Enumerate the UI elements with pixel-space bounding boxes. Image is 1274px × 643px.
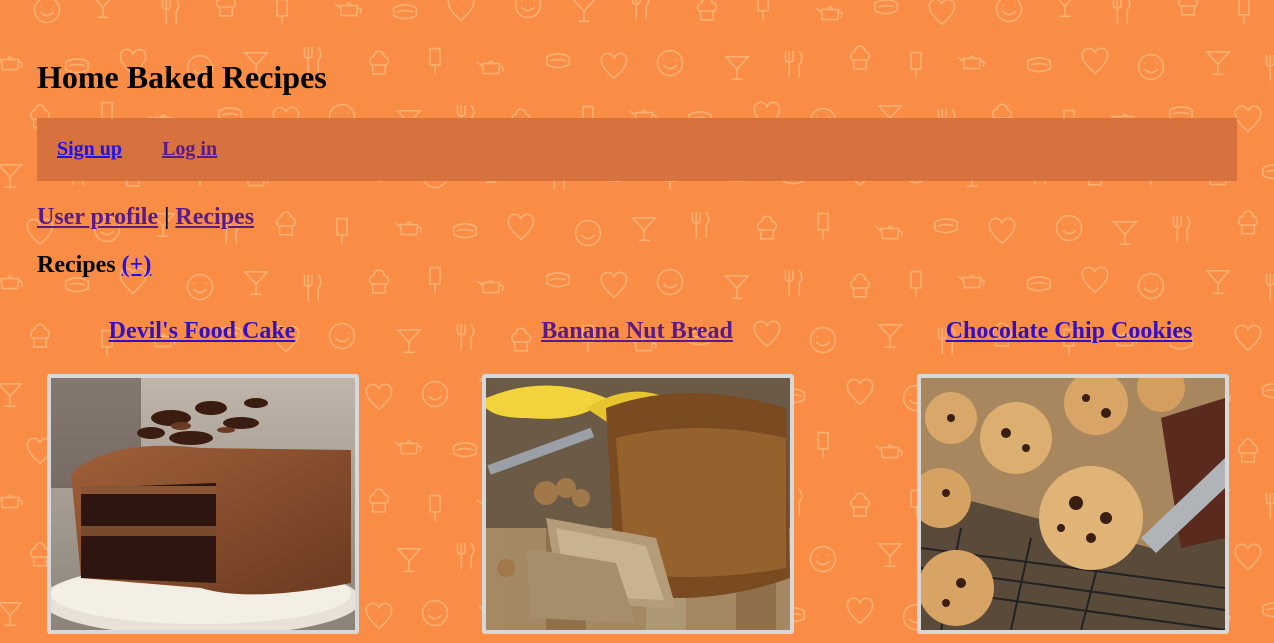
doodle-smile-icon	[809, 326, 837, 354]
doodle-heart-icon	[365, 383, 393, 411]
doodle-heart-icon	[1234, 543, 1262, 571]
doodle-hotdog-icon	[1261, 383, 1274, 399]
doodle-glass-icon	[395, 328, 423, 354]
cookies-photo[interactable]	[917, 374, 1229, 634]
site-title: Home Baked Recipes	[37, 59, 327, 95]
doodle-teapot-icon	[394, 440, 422, 455]
user-profile-link[interactable]: User profile	[37, 204, 158, 230]
doodle-smile-icon	[809, 545, 837, 573]
doodle-teapot-icon	[875, 444, 903, 459]
login-link[interactable]: Log in	[162, 138, 217, 161]
doodle-teapot-icon	[0, 494, 23, 509]
banana-bread-photo[interactable]	[482, 374, 794, 634]
doodle-glass-icon	[0, 601, 24, 627]
doodle-hotdog-icon	[452, 442, 478, 458]
recipe-card: Banana Nut Bread	[482, 316, 794, 634]
doodle-hat-icon	[1237, 438, 1259, 463]
doodle-pop-icon	[429, 494, 441, 522]
recipes-heading: Recipes (+)	[37, 251, 1237, 279]
breadcrumb-separator: |	[164, 204, 170, 230]
doodle-glass-icon	[0, 382, 24, 408]
signup-link[interactable]: Sign up	[57, 138, 122, 161]
doodle-glass-icon	[876, 542, 904, 568]
breadcrumb: User profile | Recipes	[37, 203, 1237, 231]
doodle-smile-icon	[421, 599, 449, 627]
chocolate-cake-photo[interactable]	[47, 374, 359, 634]
doodle-smile-icon	[421, 380, 449, 408]
doodle-glass-icon	[395, 547, 423, 573]
doodle-heart-icon	[846, 378, 874, 406]
doodle-fork-icon	[1265, 492, 1274, 520]
recipe-card: Devil's Food Cake	[47, 316, 359, 634]
doodle-glass-icon	[876, 323, 904, 349]
doodle-fork-icon	[456, 542, 475, 570]
recipe-card: Chocolate Chip Cookies	[917, 316, 1229, 634]
doodle-heart-icon	[846, 597, 874, 625]
recipes-link[interactable]: Recipes	[175, 204, 254, 230]
doodle-heart-icon	[365, 602, 393, 630]
recipe-title-link[interactable]: Banana Nut Bread	[482, 316, 792, 346]
recipe-title-link[interactable]: Chocolate Chip Cookies	[911, 316, 1227, 346]
recipes-heading-label: Recipes	[37, 252, 116, 278]
doodle-pop-icon	[817, 431, 829, 459]
doodle-hat-icon	[368, 488, 390, 513]
doodle-hat-icon	[849, 492, 871, 517]
top-nav-bar: Sign up Log in	[37, 118, 1237, 181]
doodle-heart-icon	[1234, 324, 1262, 352]
doodle-hotdog-icon	[1261, 602, 1274, 618]
add-recipe-link[interactable]: (+)	[122, 252, 152, 278]
page-content: Home Baked Recipes Sign up Log in User p…	[0, 0, 1274, 279]
recipe-title-link[interactable]: Devil's Food Cake	[47, 316, 357, 346]
doodle-fork-icon	[456, 323, 475, 351]
